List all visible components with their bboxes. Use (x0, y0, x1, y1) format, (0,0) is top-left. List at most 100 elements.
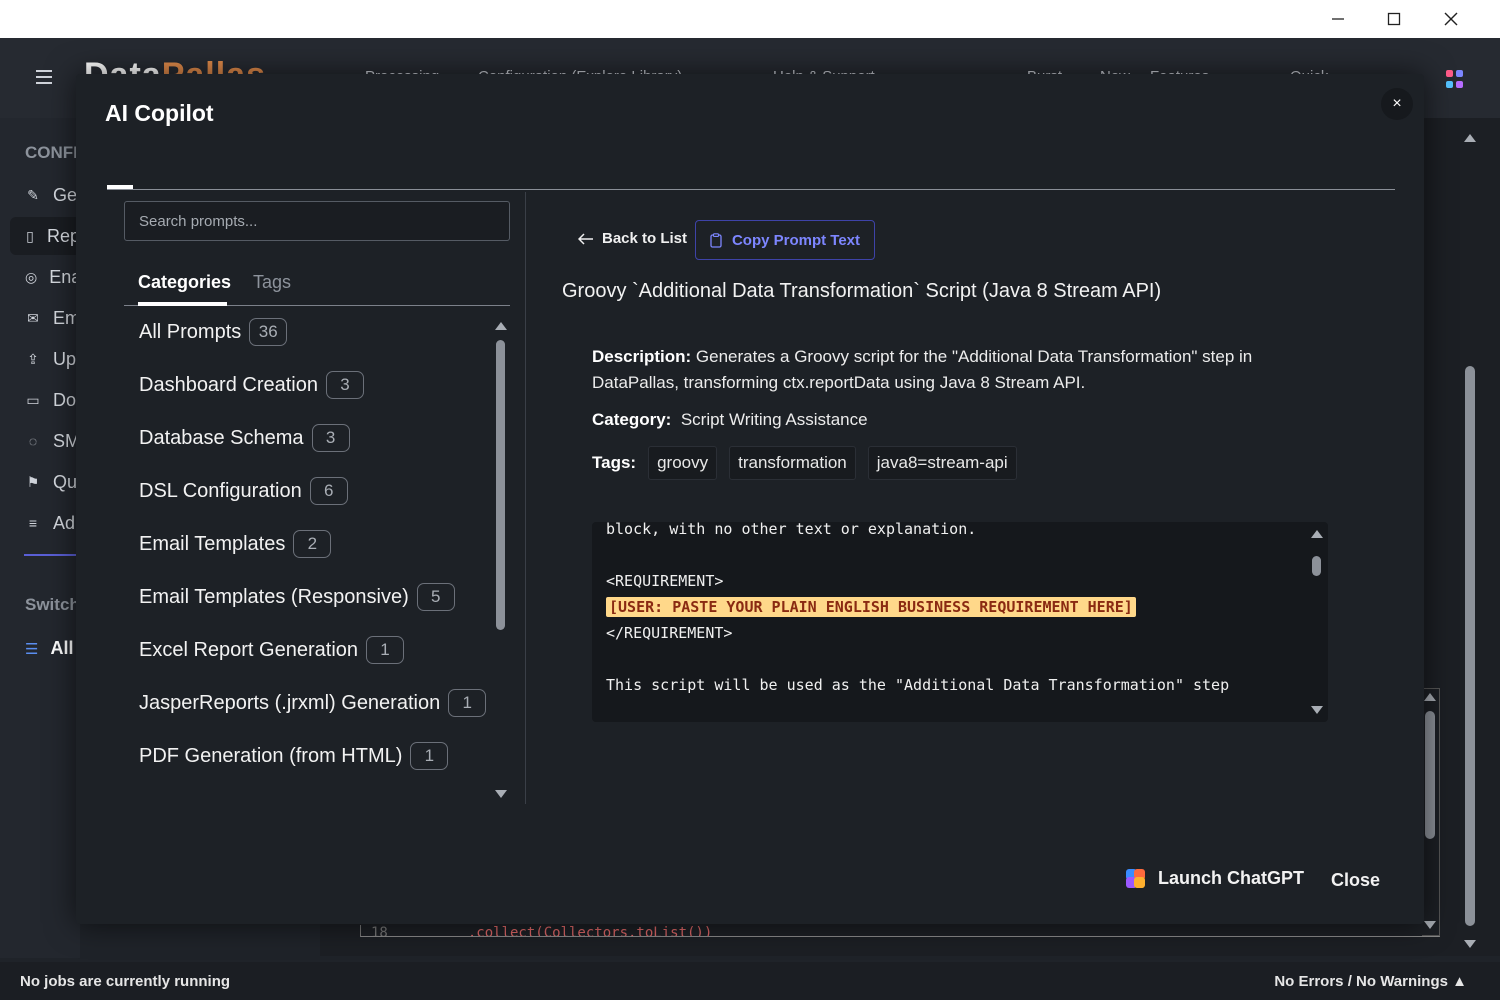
back-to-list-button[interactable]: Back to List (578, 230, 687, 247)
page-scrollbar-thumb[interactable] (1465, 366, 1475, 926)
prompt-text-scrollbar-thumb[interactable] (1312, 556, 1321, 576)
category-item[interactable]: PDF Generation (from HTML) 1 (139, 742, 449, 770)
sidebar-item-general[interactable]: ✎ Ge (10, 176, 80, 214)
prompt-category: Category: Script Writing Assistance (592, 410, 868, 430)
sidebar-item-documents[interactable]: ▭ Do (10, 381, 80, 419)
window-title-bar (0, 0, 1500, 38)
category-list-scrollbar-thumb[interactable] (496, 340, 505, 630)
prompt-title: Groovy `Additional Data Transformation` … (562, 280, 1162, 302)
modal-title: AI Copilot (105, 100, 214, 126)
tag-chip[interactable]: transformation (729, 446, 856, 480)
prompt-description: Description: Generates a Groovy script f… (592, 347, 1253, 392)
category-item[interactable]: Dashboard Creation 3 (139, 371, 364, 399)
sidebar-switch-heading: Switch (25, 595, 80, 614)
list-scroll-down-icon[interactable] (495, 790, 507, 798)
modal-tab-divider (107, 189, 1395, 190)
background-code-line: 18 .collect(Collectors.toList()) (360, 925, 1440, 937)
description-label: Description: (592, 347, 692, 366)
close-icon (1444, 12, 1458, 26)
list-icon: ☰ (25, 640, 39, 658)
problems-status-button[interactable]: No Errors / No Warnings ▲ (1274, 973, 1467, 990)
tag-chip[interactable]: java8=stream-api (867, 446, 1017, 480)
prompt-list-panel: Categories Tags All Prompts36 Dashboard … (106, 192, 526, 804)
category-value: Script Writing Assistance (680, 410, 868, 429)
chat-icon: ◌ (28, 433, 38, 449)
sidebar-item-reports[interactable]: ▯ Rep (10, 217, 80, 255)
editor-scroll-up-icon[interactable] (1424, 693, 1436, 701)
maximize-icon (1387, 12, 1401, 26)
tag-chip[interactable]: groovy (648, 446, 718, 480)
arrow-left-icon (578, 232, 593, 245)
list-scroll-up-icon[interactable] (495, 322, 507, 330)
sidebar-item-email[interactable]: ✉ Em (10, 299, 80, 337)
hamburger-menu-icon[interactable] (36, 70, 52, 84)
editor-scroll-down-icon[interactable] (1424, 921, 1436, 929)
page-scrollbar[interactable] (1460, 128, 1480, 954)
ai-copilot-modal: AI Copilot × Categories Tags All Prompts… (76, 74, 1424, 924)
mail-icon: ✉ (27, 309, 39, 326)
count-badge: 1 (410, 742, 449, 770)
search-prompts-input[interactable] (124, 201, 510, 241)
prompt-tags: Tags: groovy transformation java8=stream… (592, 446, 1017, 480)
category-label: Category: (592, 410, 672, 429)
category-item[interactable]: JasperReports (.jrxml) Generation 1 (139, 689, 487, 717)
background-line-number: 18 (371, 925, 388, 937)
editor-scrollbar-thumb[interactable] (1425, 711, 1435, 839)
copy-prompt-text-button[interactable]: Copy Prompt Text (695, 220, 875, 260)
sidebar: CONFI ✎ Ge ▯ Rep ◎ Ena ✉ Em ⇪ Up ▭ Do ◌ SM ⚑ Qu … (0, 118, 81, 958)
modal-close-x-button[interactable]: × (1381, 88, 1413, 120)
upload-icon: ⇪ (27, 350, 39, 367)
sidebar-item-all[interactable]: ☰ All (25, 638, 73, 659)
category-item[interactable]: Excel Report Generation 1 (139, 636, 405, 664)
prompt-text-scrollbar[interactable] (1310, 528, 1324, 716)
text-scroll-up-icon[interactable] (1311, 530, 1323, 538)
close-button[interactable]: Close (1331, 870, 1380, 891)
background-code-text: .collect(Collectors.toList()) (467, 925, 713, 937)
flag-icon: ⚑ (26, 473, 40, 490)
active-tab-underline (138, 302, 227, 306)
count-badge: 3 (311, 424, 350, 452)
editor-scrollbar[interactable] (1422, 688, 1440, 936)
window-close-button[interactable] (1423, 0, 1479, 38)
check-circle-icon: ◎ (25, 268, 38, 285)
category-list-scrollbar[interactable] (494, 322, 508, 800)
status-bar: No jobs are currently running No Errors … (0, 962, 1500, 1000)
category-item[interactable]: Email Templates (Responsive) 5 (139, 583, 455, 611)
requirement-placeholder-highlight: [USER: PASTE YOUR PLAIN ENGLISH BUSINESS… (606, 597, 1136, 617)
sidebar-item-sms[interactable]: ◌ SM (10, 422, 80, 460)
sidebar-item-enable[interactable]: ◎ Ena (10, 258, 81, 296)
category-item[interactable]: DSL Configuration 6 (139, 477, 348, 505)
copilot-icon (1126, 868, 1146, 889)
category-item[interactable]: Email Templates 2 (139, 530, 332, 558)
apps-grid-icon[interactable] (1446, 70, 1464, 88)
count-badge: 36 (249, 318, 288, 346)
prompt-text-area[interactable]: block, with no other text or explanation… (592, 522, 1328, 722)
count-badge: 5 (416, 583, 455, 611)
launch-chatgpt-button[interactable]: Launch ChatGPT (1126, 868, 1304, 889)
scroll-up-arrow-icon[interactable] (1464, 134, 1476, 142)
prompt-text-content: block, with no other text or explanation… (606, 522, 1230, 694)
text-scroll-down-icon[interactable] (1311, 706, 1323, 714)
sidebar-item-advanced[interactable]: ≡ Ad (10, 504, 80, 542)
count-badge: 1 (366, 636, 405, 664)
count-badge: 3 (326, 371, 364, 399)
sidebar-divider (24, 554, 80, 556)
count-badge: 2 (293, 530, 332, 558)
minimize-button[interactable] (1310, 0, 1366, 38)
sliders-icon: ≡ (28, 515, 38, 531)
category-item[interactable]: Database Schema 3 (139, 424, 350, 452)
modal-active-tab-indicator[interactable] (107, 185, 133, 189)
document-icon: ▯ (26, 227, 34, 244)
tab-categories[interactable]: Categories (138, 272, 231, 293)
sidebar-item-upload[interactable]: ⇪ Up (10, 340, 80, 378)
category-tabs: Categories Tags (124, 262, 510, 306)
scroll-down-arrow-icon[interactable] (1464, 940, 1476, 948)
sidebar-item-quality[interactable]: ⚑ Qu (10, 463, 80, 501)
count-badge: 1 (448, 689, 487, 717)
card-icon: ▭ (26, 391, 40, 408)
maximize-button[interactable] (1366, 0, 1422, 38)
clipboard-icon (710, 232, 722, 248)
tags-label: Tags: (592, 453, 637, 472)
category-item[interactable]: All Prompts 36 (139, 318, 288, 346)
tab-tags[interactable]: Tags (253, 272, 291, 293)
